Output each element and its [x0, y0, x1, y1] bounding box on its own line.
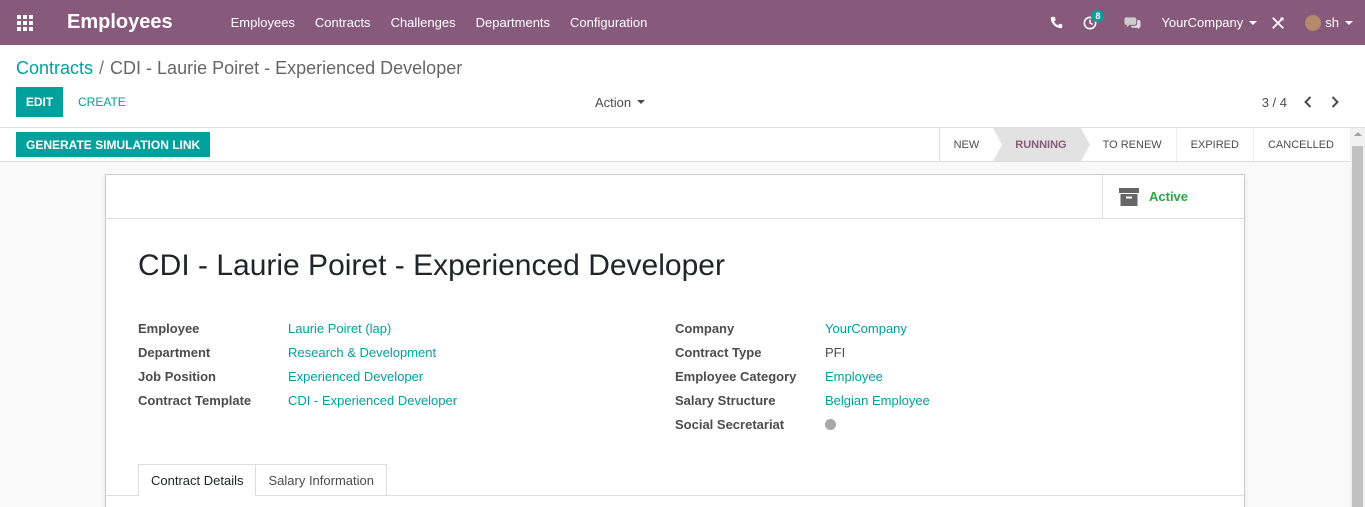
pager-value[interactable]: 3 / 4 — [1262, 87, 1287, 117]
field-label: Employee Category — [675, 368, 797, 384]
company-name: YourCompany — [1161, 15, 1244, 30]
chevron-down-icon — [637, 100, 646, 104]
field-employee: Employee Laurie Poiret (lap) — [138, 316, 457, 340]
job-position-link[interactable]: Experienced Developer — [288, 369, 423, 384]
statusbar: GENERATE SIMULATION LINK NEW RUNNING TO … — [0, 128, 1350, 162]
edit-button[interactable]: EDIT — [16, 87, 63, 117]
stage-selector: NEW RUNNING TO RENEW EXPIRED CANCELLED — [938, 128, 1350, 161]
pager-next-icon[interactable] — [1324, 87, 1346, 117]
right-field-group: Company YourCompany Contract Type PFI Em… — [675, 316, 930, 436]
control-panel: Contracts / CDI - Laurie Poiret - Experien… — [0, 45, 1365, 128]
menu-item-employees[interactable]: Employees — [221, 0, 305, 45]
scroll-up-arrow-icon[interactable] — [1354, 132, 1362, 136]
stage-new[interactable]: NEW — [940, 128, 994, 161]
social-secretariat-status-icon — [825, 418, 836, 430]
breadcrumb-contracts-link[interactable]: Contracts — [16, 58, 93, 78]
menu-item-departments[interactable]: Departments — [466, 0, 560, 45]
apps-menu-icon[interactable] — [0, 0, 50, 45]
department-link[interactable]: Research & Development — [288, 345, 436, 360]
field-contract-template: Contract Template CDI - Experienced Deve… — [138, 388, 457, 412]
field-label: Job Position — [138, 368, 216, 384]
stage-cancelled[interactable]: CANCELLED — [1252, 128, 1350, 161]
tab-contract-details[interactable]: Contract Details — [138, 464, 257, 496]
employee-category-value[interactable]: Employee — [825, 369, 883, 384]
menu-item-configuration[interactable]: Configuration — [560, 0, 657, 45]
chevron-down-icon — [1345, 20, 1353, 25]
field-label: Contract Type — [675, 344, 762, 360]
breadcrumb-current: CDI - Laurie Poiret - Experienced Develo… — [110, 58, 463, 78]
active-label: Active — [1149, 189, 1189, 204]
tab-salary-information[interactable]: Salary Information — [256, 464, 387, 496]
systray: 8 YourCompany sh — [1039, 0, 1365, 45]
breadcrumb: Contracts / CDI - Laurie Poiret - Experien… — [16, 58, 462, 79]
scroll-thumb[interactable] — [1352, 146, 1363, 507]
contract-title[interactable]: CDI - Laurie Poiret - Experienced Develo… — [138, 249, 725, 283]
avatar — [1305, 14, 1322, 31]
main-menu: Employees Contracts Challenges Departmen… — [221, 0, 658, 45]
activity-count-badge: 8 — [1091, 10, 1105, 22]
contract-type-value: PFI — [825, 344, 846, 360]
field-label: Company — [675, 320, 735, 336]
form-sheet: Active CDI - Laurie Poiret - Experienced… — [105, 174, 1245, 507]
action-dropdown[interactable]: Action — [595, 87, 646, 117]
generate-simulation-link-button[interactable]: GENERATE SIMULATION LINK — [16, 132, 211, 157]
field-label: Contract Template — [138, 392, 252, 408]
active-toggle-button[interactable]: Active — [1102, 175, 1244, 218]
field-label: Employee — [138, 320, 200, 336]
stage-expired[interactable]: EXPIRED — [1175, 128, 1253, 161]
activity-clock-icon[interactable]: 8 — [1073, 0, 1107, 45]
salary-structure-link[interactable]: Belgian Employee — [825, 393, 930, 408]
breadcrumb-separator: / — [99, 58, 105, 78]
field-social-secretariat: Social Secretariat — [675, 412, 930, 436]
field-label: Salary Structure — [675, 392, 776, 408]
archive-icon — [1119, 187, 1139, 206]
company-switcher[interactable]: YourCompany — [1149, 15, 1265, 30]
app-title[interactable]: Employees — [67, 11, 173, 34]
menu-item-challenges[interactable]: Challenges — [381, 0, 466, 45]
field-label: Social Secretariat — [675, 416, 785, 432]
create-button[interactable]: CREATE — [70, 87, 134, 117]
contract-template-link[interactable]: CDI - Experienced Developer — [288, 393, 457, 408]
field-salary-structure: Salary Structure Belgian Employee — [675, 388, 930, 412]
phone-icon[interactable] — [1039, 0, 1073, 45]
stage-running[interactable]: RUNNING — [993, 128, 1090, 161]
employee-link[interactable]: Laurie Poiret (lap) — [288, 321, 391, 336]
action-label: Action — [595, 94, 632, 110]
debug-tools-icon[interactable] — [1265, 0, 1291, 45]
field-contract-type: Contract Type PFI — [675, 340, 930, 364]
stage-to-renew[interactable]: TO RENEW — [1081, 128, 1176, 161]
chevron-down-icon — [1249, 20, 1258, 25]
top-navbar: Employees Employees Contracts Challenges… — [0, 0, 1365, 45]
user-name: sh — [1325, 15, 1339, 30]
field-employee-category: Employee Category Employee — [675, 364, 930, 388]
scrollbar[interactable] — [1350, 128, 1365, 507]
form-tabs: Contract Details Salary Information — [138, 464, 387, 496]
field-label: Department — [138, 344, 211, 360]
chat-icon[interactable] — [1115, 0, 1149, 45]
pager-previous-icon[interactable] — [1297, 87, 1319, 117]
field-department: Department Research & Development — [138, 340, 457, 364]
field-job-position: Job Position Experienced Developer — [138, 364, 457, 388]
user-menu[interactable]: sh — [1291, 14, 1365, 31]
field-company: Company YourCompany — [675, 316, 930, 340]
smart-button-box: Active — [106, 175, 1244, 219]
left-field-group: Employee Laurie Poiret (lap) Department … — [138, 316, 457, 412]
company-link[interactable]: YourCompany — [825, 321, 907, 336]
menu-item-contracts[interactable]: Contracts — [305, 0, 381, 45]
